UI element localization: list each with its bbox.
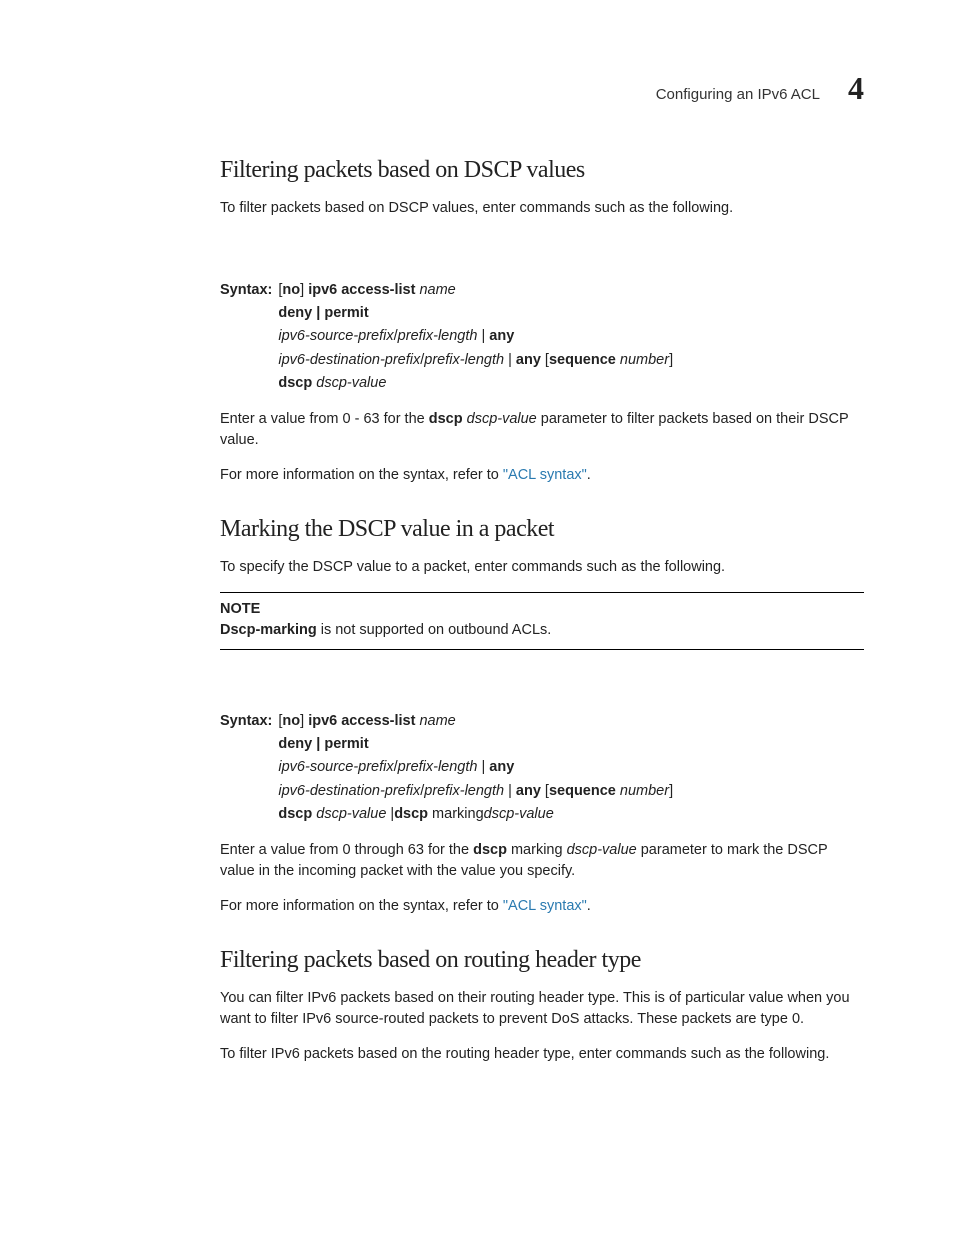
syntax-line: dscp dscp-value <box>278 372 864 395</box>
syntax-block: Syntax: [no] ipv6 access-list name deny … <box>220 279 864 395</box>
note-box: NOTE Dscp-marking is not supported on ou… <box>220 592 864 650</box>
syntax-line: dscp dscp-value |dscp markingdscp-value <box>278 803 864 826</box>
syntax-label: Syntax: <box>220 710 278 826</box>
page-content: Filtering packets based on DSCP values T… <box>90 157 864 1065</box>
paragraph: Enter a value from 0 through 63 for the … <box>220 840 864 882</box>
syntax-line: ipv6-destination-prefix/prefix-length | … <box>278 349 864 372</box>
header-chapter-number: 4 <box>848 70 864 107</box>
link-acl-syntax[interactable]: "ACL syntax" <box>503 898 587 914</box>
syntax-lines: [no] ipv6 access-list name deny | permit… <box>278 279 864 395</box>
page-header: Configuring an IPv6 ACL 4 <box>90 70 864 107</box>
syntax-line: ipv6-source-prefix/prefix-length | any <box>278 756 864 779</box>
paragraph: For more information on the syntax, refe… <box>220 465 864 486</box>
page: Configuring an IPv6 ACL 4 Filtering pack… <box>0 0 954 1235</box>
paragraph: To specify the DSCP value to a packet, e… <box>220 557 864 578</box>
section-heading-dscp-filter: Filtering packets based on DSCP values <box>220 157 864 184</box>
syntax-block: Syntax: [no] ipv6 access-list name deny … <box>220 710 864 826</box>
section-heading-dscp-marking: Marking the DSCP value in a packet <box>220 516 864 543</box>
syntax-line: [no] ipv6 access-list name <box>278 710 864 733</box>
paragraph: To filter packets based on DSCP values, … <box>220 198 864 219</box>
paragraph: For more information on the syntax, refe… <box>220 896 864 917</box>
syntax-line: ipv6-destination-prefix/prefix-length | … <box>278 780 864 803</box>
syntax-line: deny | permit <box>278 302 864 325</box>
syntax-line: deny | permit <box>278 733 864 756</box>
syntax-label: Syntax: <box>220 279 278 395</box>
header-title: Configuring an IPv6 ACL <box>656 86 820 103</box>
syntax-lines: [no] ipv6 access-list name deny | permit… <box>278 710 864 826</box>
section-heading-routing-header: Filtering packets based on routing heade… <box>220 947 864 974</box>
note-text: Dscp-marking is not supported on outboun… <box>220 622 551 638</box>
paragraph: To filter IPv6 packets based on the rout… <box>220 1044 864 1065</box>
syntax-line: [no] ipv6 access-list name <box>278 279 864 302</box>
paragraph: Enter a value from 0 - 63 for the dscp d… <box>220 409 864 451</box>
syntax-line: ipv6-source-prefix/prefix-length | any <box>278 325 864 348</box>
paragraph: You can filter IPv6 packets based on the… <box>220 988 864 1030</box>
note-label: NOTE <box>220 599 864 620</box>
link-acl-syntax[interactable]: "ACL syntax" <box>503 467 587 483</box>
